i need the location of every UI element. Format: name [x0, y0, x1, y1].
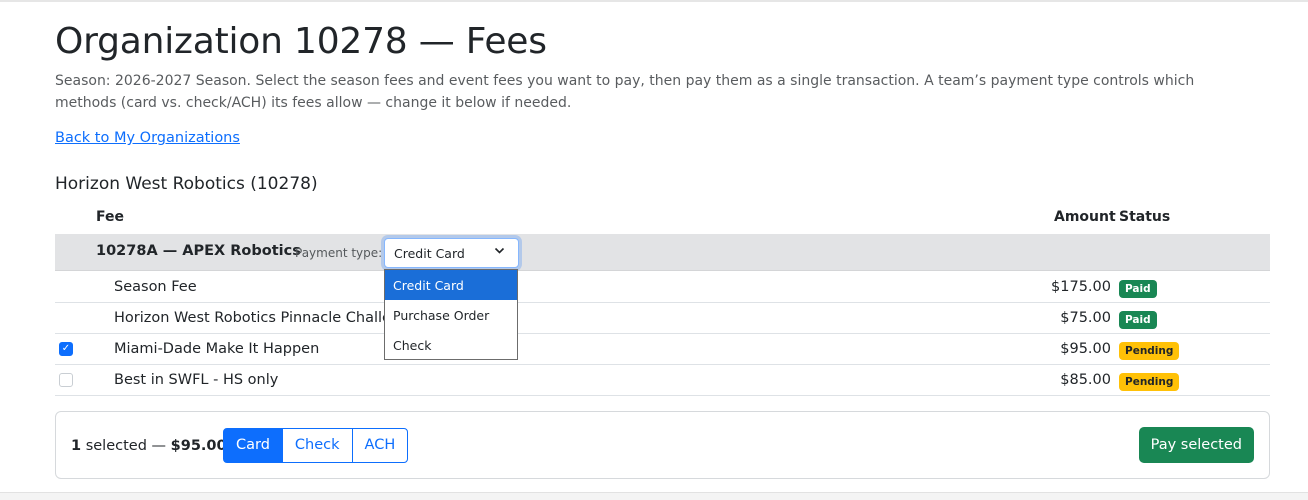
chevron-down-icon	[494, 245, 505, 259]
selected-text: selected —	[85, 438, 167, 454]
table-row: Horizon West Robotics Pinnacle Challenge…	[55, 303, 1270, 334]
fee-name: Miami-Dade Make It Happen	[114, 341, 320, 357]
fee-name: Best in SWFL - HS only	[114, 372, 279, 388]
selected-total: $95.00	[170, 438, 227, 454]
fee-name: Season Fee	[114, 279, 197, 295]
fee-column-header: Fee	[96, 209, 124, 225]
amount-column-header: Amount	[1054, 209, 1116, 225]
payment-type-label: Payment type:	[295, 246, 383, 260]
status-badge: Pending	[1119, 373, 1180, 391]
payment-option-purchase-order[interactable]: Purchase Order	[385, 300, 517, 330]
back-to-organizations-link[interactable]: Back to My Organizations	[55, 130, 240, 146]
fee-amount: $95.00	[1060, 341, 1111, 357]
payment-type-select[interactable]: Credit Card	[384, 238, 519, 268]
fee-checkbox[interactable]: ✓	[59, 342, 73, 356]
fee-amount: $175.00	[1051, 279, 1111, 295]
organization-heading: Horizon West Robotics (10278)	[55, 174, 318, 194]
table-row: Season Fee $175.00 Paid	[55, 272, 1270, 303]
bottom-border	[0, 492, 1308, 500]
method-card-button[interactable]: Card	[223, 428, 283, 463]
payment-option-check[interactable]: Check	[385, 330, 517, 360]
status-badge: Paid	[1119, 311, 1157, 329]
selected-count: 1	[71, 438, 82, 454]
fee-amount: $85.00	[1060, 372, 1111, 388]
fee-name: Horizon West Robotics Pinnacle Challenge	[114, 310, 419, 326]
fee-amount: $75.00	[1060, 310, 1111, 326]
table-row: Best in SWFL - HS only $85.00 Pending	[55, 365, 1270, 396]
pay-selected-button[interactable]: Pay selected	[1138, 427, 1254, 463]
selection-summary: 1 selected — $95.00	[71, 438, 227, 454]
method-ach-button[interactable]: ACH	[351, 428, 409, 463]
payment-footer: 1 selected — $95.00 Card Check ACH Pay s…	[55, 411, 1270, 479]
status-column-header: Status	[1119, 209, 1171, 225]
method-check-button[interactable]: Check	[281, 428, 353, 463]
status-badge: Paid	[1119, 280, 1157, 298]
page-description: Season: 2026-2027 Season. Select the sea…	[55, 73, 1195, 111]
top-border	[0, 0, 1308, 2]
payment-type-value: Credit Card	[394, 246, 465, 261]
status-badge: Pending	[1119, 342, 1180, 360]
payment-type-dropdown-list: Credit Card Purchase Order Check	[384, 269, 518, 360]
team-name: 10278A — APEX Robotics	[96, 243, 301, 259]
table-row: ✓ Miami-Dade Make It Happen $95.00 Pendi…	[55, 334, 1270, 365]
page-title: Organization 10278 — Fees	[55, 21, 547, 62]
fee-checkbox[interactable]	[59, 373, 73, 387]
payment-method-toggle: Card Check ACH	[223, 428, 409, 463]
payment-option-credit-card[interactable]: Credit Card	[385, 270, 517, 300]
